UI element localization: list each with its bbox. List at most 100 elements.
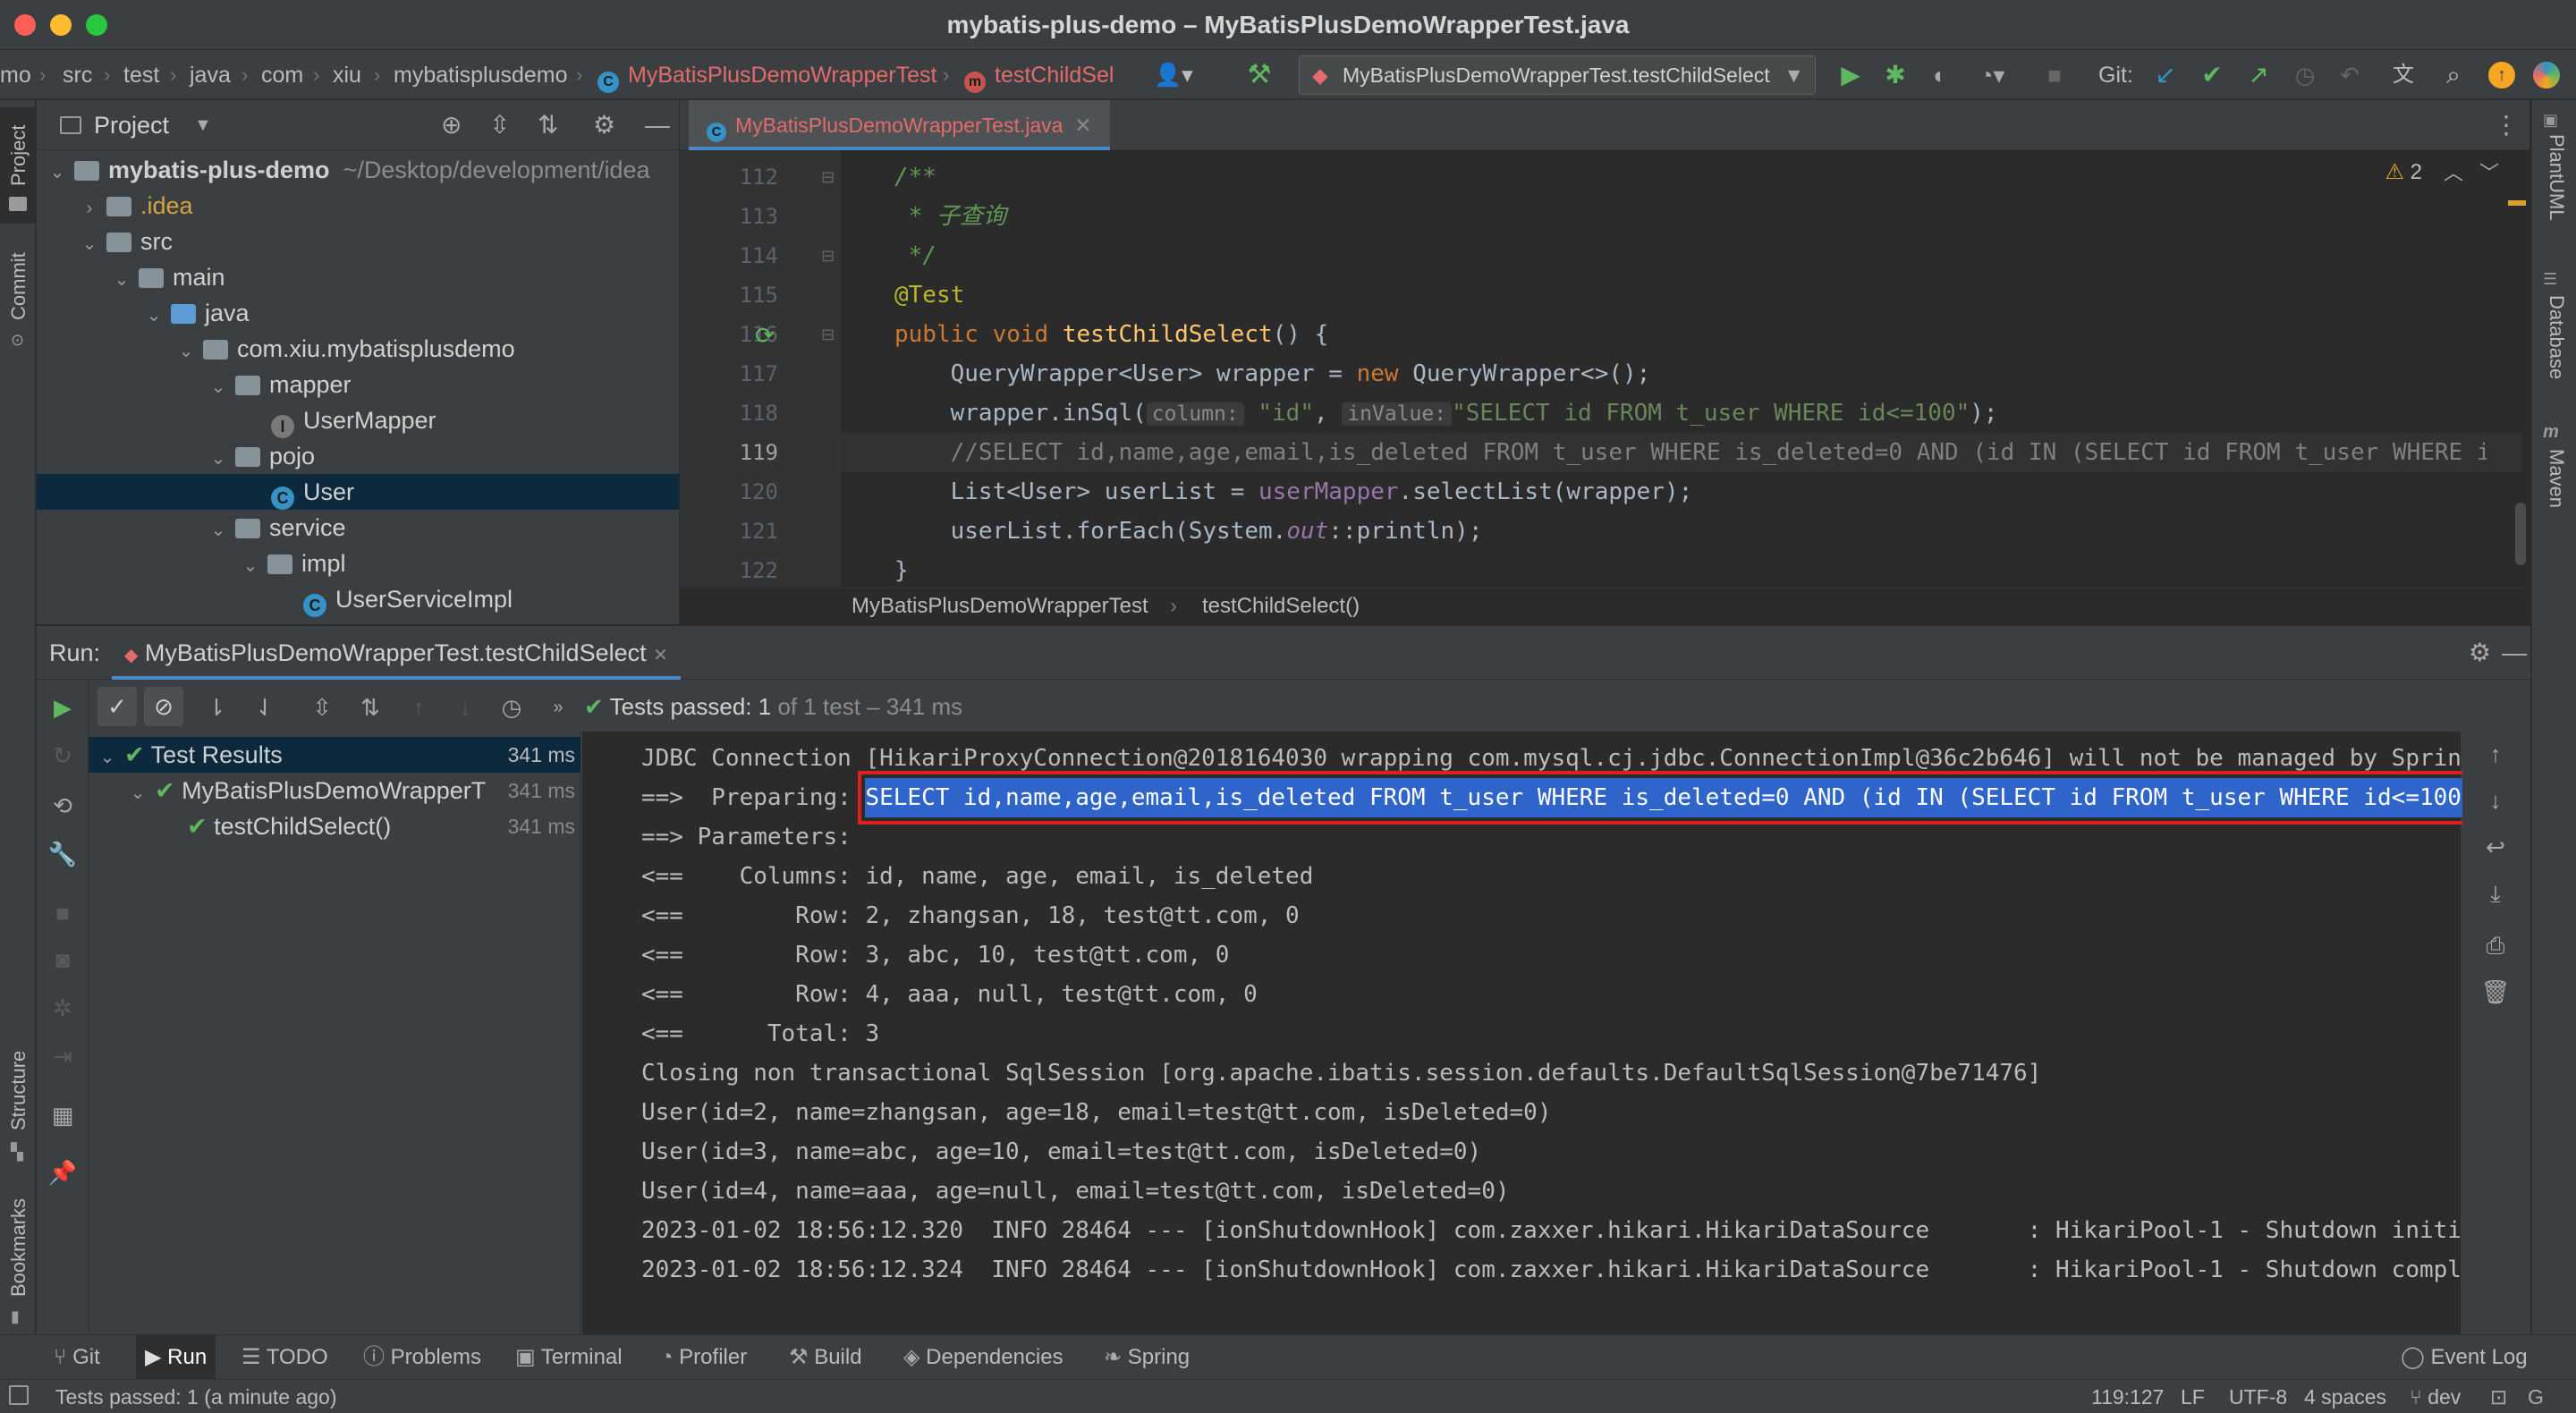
caret-position[interactable]: 119:127 [2091,1380,2164,1413]
editor-tab-active[interactable]: C MyBatisPlusDemoWrapperTest.java ✕ [689,100,1110,150]
toggle-auto-test-icon[interactable]: ⟲ [47,791,78,821]
git-push-icon[interactable]: ↗ [2243,50,2274,100]
run-test-gutter-icon[interactable]: ⟳ [755,322,775,350]
tool-tab-problems[interactable]: ⓘ Problems [363,1335,481,1380]
test-results-root[interactable]: ⌄ ✔ Test Results 341 ms [89,737,580,773]
show-passed-toggle[interactable]: ✓ [97,687,137,726]
breadcrumb-src[interactable]: src [63,50,92,100]
tree-item-impl[interactable]: ⌄ impl [37,546,679,581]
status-message[interactable]: Tests passed: 1 (a minute ago) [55,1380,337,1413]
tree-item-root[interactable]: ⌄ mybatis-plus-demo ~/Desktop/development… [37,152,679,188]
git-update-icon[interactable]: ↙ [2150,50,2181,100]
layout-icon[interactable]: ▦ [47,1100,78,1130]
google-icon[interactable]: G [2528,1380,2544,1413]
profile-icon[interactable]: ◔▾ [1970,50,2014,100]
editor-breadcrumb-method[interactable]: testChildSelect() [1202,588,1360,625]
breadcrumb-class[interactable]: C MyBatisPlusDemoWrapperTest [597,50,936,100]
project-panel-title[interactable]: Project [94,100,169,150]
scroll-to-end-icon[interactable]: ⤓ [2480,878,2511,909]
gear-icon[interactable]: ⚙ [593,100,615,150]
hide-panel-icon[interactable]: — [2502,626,2527,680]
close-icon[interactable]: ✕ [653,646,668,665]
database-tool-tab[interactable]: ☰ Database [2539,270,2568,395]
more-options-icon[interactable]: ⋮ [2494,100,2519,150]
tool-tab-profiler[interactable]: ◔ Profiler [660,1335,747,1380]
bookmarks-tool-tab[interactable]: Bookmarks ▮ [0,1182,36,1334]
breadcrumb-com[interactable]: com [261,50,303,100]
breadcrumb-method[interactable]: m testChildSel [964,50,1129,100]
soft-wrap-icon[interactable]: ↩ [2480,832,2511,862]
git-rollback-icon[interactable]: ↶ [2334,50,2365,100]
console-output[interactable]: JDBC Connection [HikariProxyConnection@2… [582,732,2531,1334]
breadcrumb-package[interactable]: mybatisplusdemo [394,50,568,100]
tool-tab-run[interactable]: ▶ Run [136,1335,216,1380]
sort-duration-icon[interactable]: ⇃ [250,692,280,723]
tree-item-mapper[interactable]: ⌄ mapper [37,367,679,402]
jetbrains-logo-icon[interactable] [2533,62,2560,89]
tree-item-src[interactable]: ⌄ src [37,224,679,259]
history-icon[interactable]: ◷ [496,692,527,723]
fold-icon[interactable]: ⊟ [821,326,835,344]
breadcrumb-test[interactable]: test [123,50,159,100]
run-config-select[interactable]: ◆ MyBatisPlusDemoWrapperTest.testChildSe… [1299,55,1816,95]
maven-tool-tab[interactable]: m Maven [2539,422,2568,529]
file-encoding[interactable]: UTF-8 [2229,1380,2287,1413]
gear-icon[interactable]: ⚙ [2469,626,2491,680]
highlighted-sql[interactable]: SELECT id,name,age,email,is_deleted FROM… [858,771,2497,825]
lock-icon[interactable]: ⊡ [2490,1380,2507,1413]
toggle-tool-windows-icon[interactable] [9,1385,29,1405]
tree-item-usermapper[interactable]: I UserMapper [37,402,679,438]
tree-item-java[interactable]: ⌄ java [37,295,679,331]
tool-tab-git[interactable]: ⑂ Git [54,1335,100,1380]
fold-icon[interactable]: ⊟ [821,168,835,187]
tool-tab-todo[interactable]: ☰ TODO [242,1335,328,1380]
indent-setting[interactable]: 4 spaces [2304,1380,2386,1413]
rerun-icon[interactable]: ▶ [47,692,78,723]
editor-breadcrumb-class[interactable]: MyBatisPlusDemoWrapperTest [852,588,1148,625]
close-icon[interactable]: ✕ [1074,114,1091,137]
commit-tool-tab[interactable]: Commit ⊙ [0,234,36,360]
debug-bug-icon[interactable]: ✱ [1880,50,1911,100]
build-hammer-icon[interactable]: ⚒ [1243,50,1275,100]
arrow-up-icon[interactable]: ↑ [2480,739,2511,769]
collapse-all-icon[interactable]: ⇅ [538,100,558,150]
rerun-failed-icon[interactable]: ↻ [47,740,78,771]
line-separator[interactable]: LF [2181,1380,2205,1413]
show-ignored-toggle[interactable]: ⊘ [144,687,183,726]
arrow-down-icon[interactable]: ↓ [450,692,480,723]
search-icon[interactable]: ⌕ [2438,50,2469,100]
breadcrumb-xiu[interactable]: xiu [333,50,361,100]
run-icon[interactable]: ▶ [1835,50,1866,100]
plantuml-tool-tab[interactable]: ▣ PlantUML [2539,107,2568,233]
wrench-icon[interactable]: 🔧 [47,839,78,869]
structure-tool-tab[interactable]: Structure ▚ [0,1021,36,1173]
stop-icon[interactable]: ■ [2039,50,2070,100]
update-icon[interactable]: ↑ [2488,62,2515,89]
more-icon[interactable]: » [543,692,573,723]
tool-tab-dependencies[interactable]: ◈ Dependencies [903,1335,1063,1380]
user-icon[interactable]: 👤▾ [1154,50,1193,100]
pin-icon[interactable]: 📌 [47,1157,78,1188]
print-icon[interactable]: ⎙ [2480,930,2511,960]
fold-icon[interactable]: ⊟ [821,247,835,266]
export-icon[interactable]: ⇥ [47,1041,78,1071]
event-log-button[interactable]: ◯ Event Log [2401,1335,2528,1380]
tree-item-user[interactable]: C User [37,474,679,510]
run-tab[interactable]: ◆ MyBatisPlusDemoWrapperTest.testChildSe… [112,626,681,680]
collapse-all-icon[interactable]: ⇅ [355,692,386,723]
arrow-up-icon[interactable]: ↑ [403,692,434,723]
chevron-up-icon[interactable]: ︿ [2444,157,2463,186]
warning-stripe-marker[interactable] [2508,200,2526,206]
breadcrumb-java[interactable]: java [190,50,231,100]
chevron-down-icon[interactable]: ▼ [194,100,212,150]
code-area[interactable]: /** * 子查询 */ @Test public void testChild… [894,157,2487,590]
tree-item-main[interactable]: ⌄ main [37,259,679,295]
tree-item-userserviceimpl[interactable]: C UserServiceImpl [37,581,679,617]
breadcrumb-project[interactable]: mo [0,50,31,100]
warning-icon[interactable]: ⚠ 2 [2385,159,2422,185]
sort-alpha-icon[interactable]: ⇂ [201,692,232,723]
test-class-node[interactable]: ⌄ ✔ MyBatisPlusDemoWrapperT 341 ms [89,773,580,808]
git-history-icon[interactable]: ◷ [2290,50,2320,100]
camera-icon[interactable]: ◙ [47,944,78,975]
arrow-down-icon[interactable]: ↓ [2480,785,2511,816]
